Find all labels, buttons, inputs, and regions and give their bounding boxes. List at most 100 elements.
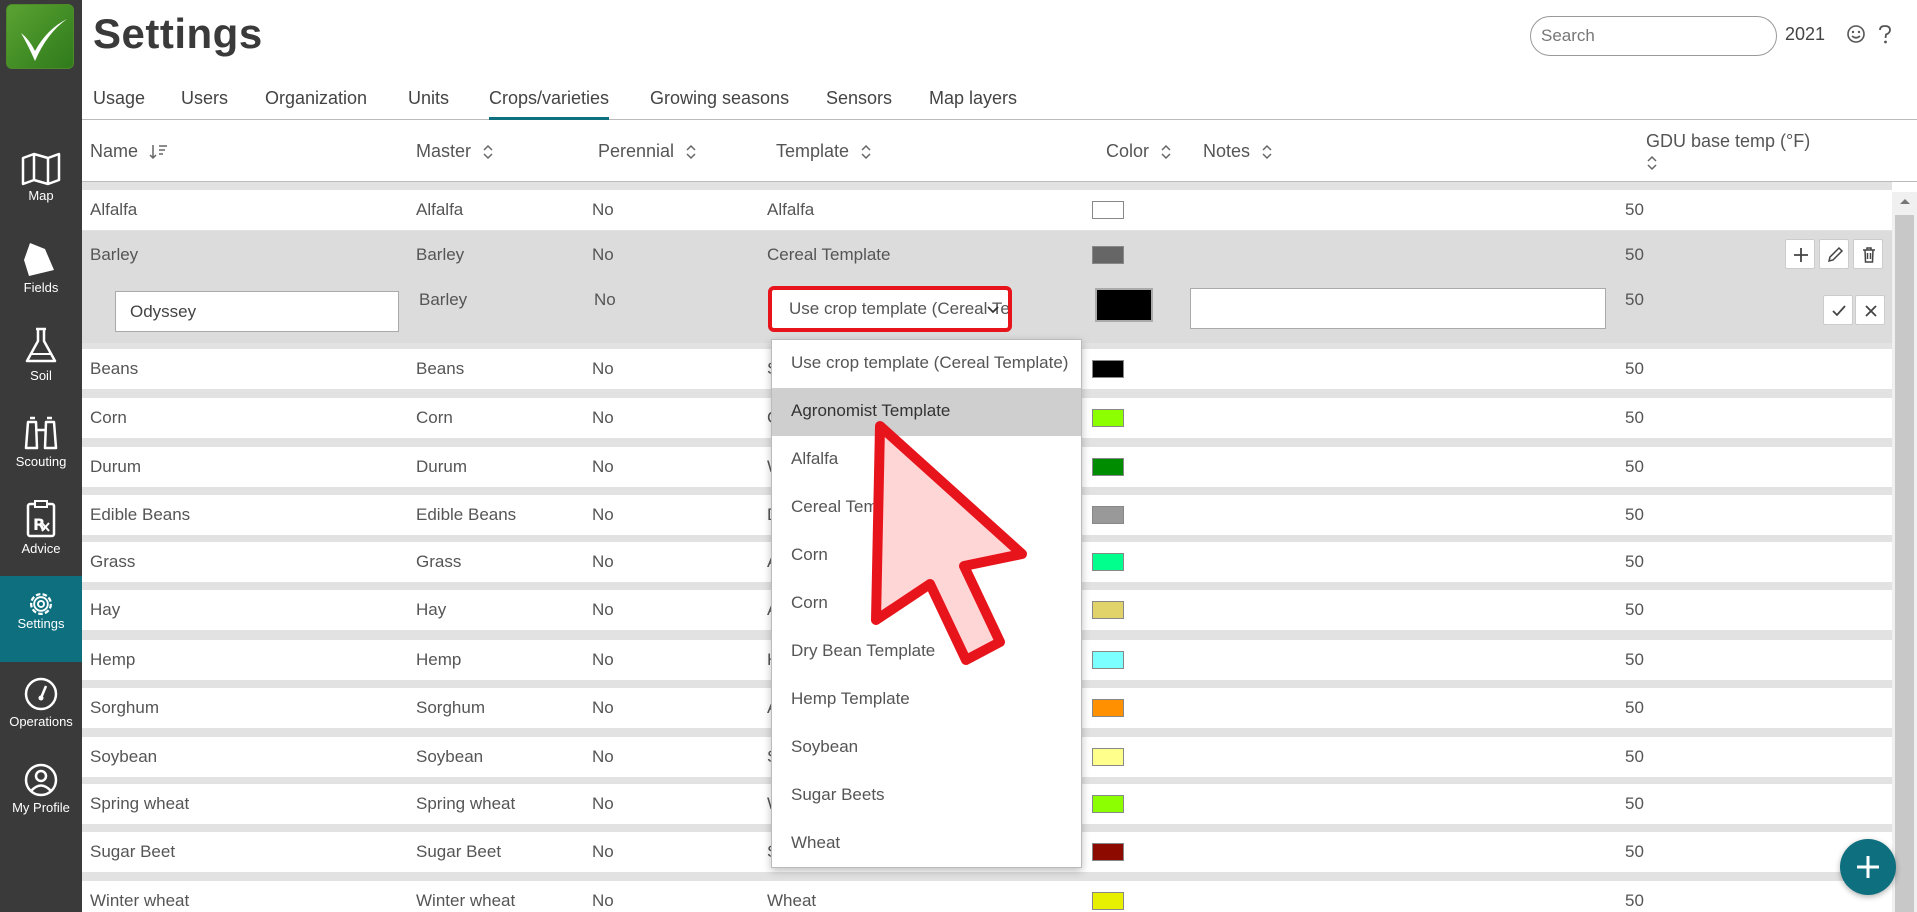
smiley-icon[interactable] xyxy=(1846,24,1866,44)
dropdown-option[interactable]: Hemp Template xyxy=(772,676,1081,724)
notes-input[interactable] xyxy=(1190,288,1606,329)
help-icon[interactable] xyxy=(1877,24,1893,46)
sidebar-item-my-profile[interactable]: My Profile xyxy=(0,762,82,848)
dropdown-option[interactable]: Soybean xyxy=(772,724,1081,772)
cell-name: Durum xyxy=(90,457,142,476)
sort-icon xyxy=(483,145,493,160)
cell-perennial: No xyxy=(592,552,614,571)
sidebar-item-label: Operations xyxy=(9,714,73,729)
app-logo[interactable] xyxy=(6,4,74,69)
tab-organization[interactable]: Organization xyxy=(265,86,367,120)
sort-icon xyxy=(1262,145,1272,160)
cell-gdu: 50 xyxy=(1625,842,1644,861)
tab-usage[interactable]: Usage xyxy=(93,86,145,120)
dropdown-option[interactable]: Sugar Beets xyxy=(772,772,1081,820)
settings-tabs: Usage Users Organization Units Crops/var… xyxy=(82,86,1917,120)
scroll-up-icon[interactable] xyxy=(1898,196,1912,206)
table-row[interactable]: Barley Barley No Cereal Template 50 xyxy=(82,231,1892,278)
binoculars-icon xyxy=(24,416,58,450)
cell-master: Spring wheat xyxy=(416,794,516,813)
gauge-icon xyxy=(24,677,58,711)
cell-master: Corn xyxy=(416,408,453,427)
sidebar-item-label: My Profile xyxy=(12,800,70,815)
pencil-icon xyxy=(1827,246,1844,263)
add-variety-button[interactable] xyxy=(1785,239,1815,269)
table-row[interactable]: Alfalfa Alfalfa No Alfalfa 50 xyxy=(82,190,1892,230)
tab-users[interactable]: Users xyxy=(181,86,228,120)
cancel-button[interactable] xyxy=(1855,295,1885,325)
cell-perennial: No xyxy=(592,245,614,264)
rx-clipboard-icon: R xyxy=(26,500,56,538)
column-label: Name xyxy=(90,141,139,161)
cell-perennial: No xyxy=(592,891,614,910)
cell-master: Durum xyxy=(416,457,468,476)
fields-icon xyxy=(24,243,54,276)
tab-crops-varieties[interactable]: Crops/varieties xyxy=(489,86,610,120)
plus-icon xyxy=(1794,248,1808,262)
year-selector[interactable]: 2021 xyxy=(1785,24,1825,45)
sidebar-item-scouting[interactable]: Scouting xyxy=(0,414,82,500)
cell-name: Hay xyxy=(90,600,121,619)
dropdown-option[interactable]: Wheat xyxy=(772,820,1081,868)
cell-name: Barley xyxy=(90,245,139,264)
cell-gdu: 50 xyxy=(1625,359,1644,378)
column-header-name[interactable]: Name xyxy=(90,141,169,162)
cell-name: Sorghum xyxy=(90,698,159,717)
cell-perennial: No xyxy=(592,650,614,669)
save-button[interactable] xyxy=(1823,295,1853,325)
column-header-template[interactable]: Template xyxy=(776,141,872,162)
tab-growing-seasons[interactable]: Growing seasons xyxy=(650,86,789,120)
table-header: Name Master Perennial Template Color Not… xyxy=(82,120,1917,182)
column-label: GDU base temp (°F) xyxy=(1646,131,1811,151)
sort-icon xyxy=(1161,145,1171,160)
tab-units[interactable]: Units xyxy=(408,86,449,120)
color-swatch xyxy=(1092,246,1124,264)
add-crop-button[interactable] xyxy=(1840,839,1896,895)
column-label: Perennial xyxy=(598,141,675,161)
cell-master: Alfalfa xyxy=(416,200,464,219)
sidebar-item-label: Soil xyxy=(30,368,52,383)
cell-perennial: No xyxy=(592,794,614,813)
page-title: Settings xyxy=(93,10,263,57)
column-header-gdu-base-temp[interactable]: GDU base temp (°F) xyxy=(1646,131,1810,173)
color-swatch xyxy=(1092,506,1124,524)
cell-master: Hay xyxy=(416,600,447,619)
delete-button[interactable] xyxy=(1853,239,1883,269)
cell-gdu: 50 xyxy=(1625,290,1644,309)
color-swatch xyxy=(1092,795,1124,813)
sidebar-item-fields[interactable]: Fields xyxy=(0,240,82,326)
cell-name: Alfalfa xyxy=(90,200,138,219)
cell-name: Grass xyxy=(90,552,136,571)
sidebar-item-advice[interactable]: R Advice xyxy=(0,499,82,585)
sidebar-item-label: Scouting xyxy=(15,454,67,469)
dropdown-option[interactable]: Use crop template (Cereal Template) xyxy=(772,340,1081,388)
tab-map-layers[interactable]: Map layers xyxy=(929,86,1017,120)
sidebar-item-operations[interactable]: Operations xyxy=(0,676,82,762)
variety-name-input[interactable] xyxy=(115,291,399,332)
cell-master: Winter wheat xyxy=(416,891,516,910)
sort-icon xyxy=(861,145,871,160)
column-header-notes[interactable]: Notes xyxy=(1203,141,1273,162)
edit-button[interactable] xyxy=(1819,239,1849,269)
cell-name: Corn xyxy=(90,408,127,427)
color-swatch xyxy=(1092,651,1124,669)
column-header-perennial[interactable]: Perennial xyxy=(598,141,697,162)
scrollbar-thumb[interactable] xyxy=(1895,215,1914,912)
cell-master: Grass xyxy=(416,552,462,571)
color-picker[interactable] xyxy=(1095,288,1153,322)
color-swatch xyxy=(1092,360,1124,378)
sidebar-item-map[interactable]: Map xyxy=(0,152,82,238)
sidebar-item-settings[interactable]: Settings xyxy=(0,576,82,662)
table-row[interactable]: Winter wheat Winter wheat No Wheat 50 xyxy=(82,881,1892,912)
template-select[interactable]: Use crop template (Cereal Temp xyxy=(768,286,1012,332)
column-header-master[interactable]: Master xyxy=(416,141,494,162)
cell-template: Wheat xyxy=(767,891,817,910)
search-input[interactable] xyxy=(1530,16,1777,56)
cell-gdu: 50 xyxy=(1625,457,1644,476)
tab-sensors[interactable]: Sensors xyxy=(826,86,892,120)
cell-name: Edible Beans xyxy=(90,505,191,524)
column-header-color[interactable]: Color xyxy=(1106,141,1172,162)
cell-perennial: No xyxy=(592,200,614,219)
cell-perennial: No xyxy=(592,698,614,717)
sidebar-item-soil[interactable]: Soil xyxy=(0,326,82,412)
